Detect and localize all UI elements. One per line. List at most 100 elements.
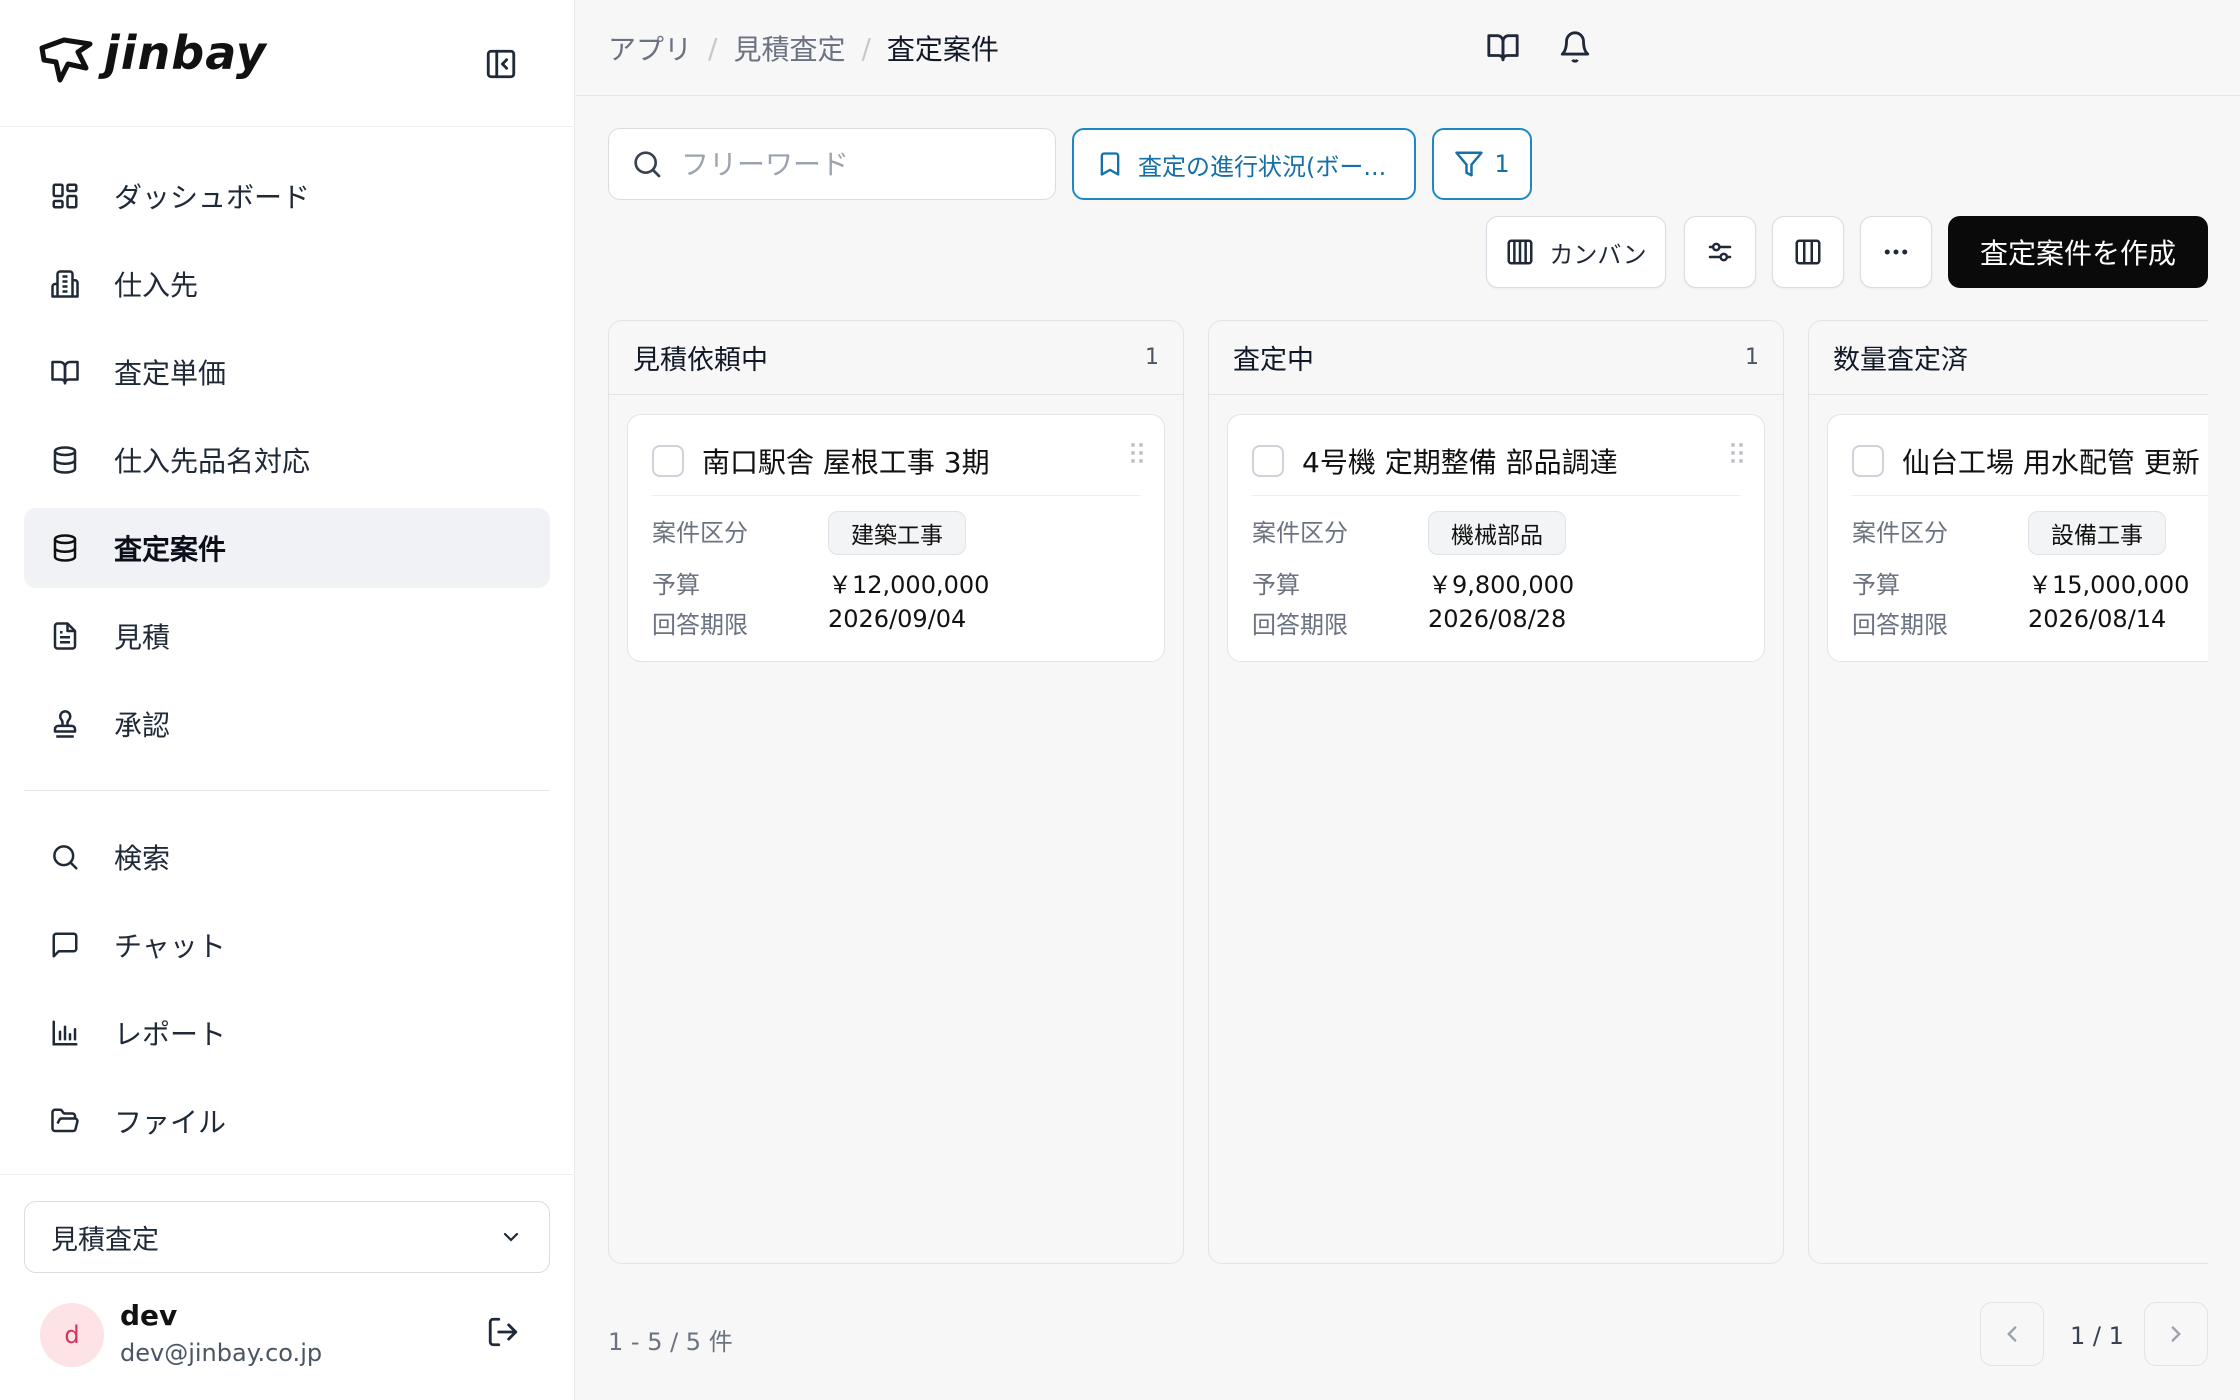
- sidebar-item-label: ファイル: [114, 1106, 227, 1139]
- sidebar-item-supplier-names[interactable]: 仕入先品名対応: [24, 420, 550, 500]
- deadline-value: 2026/08/14: [2028, 605, 2167, 633]
- column-title: 見積依頼中: [633, 345, 768, 376]
- view-mode-label: カンバン: [1549, 240, 1647, 269]
- card-title: 4号機 定期整備 部品調達: [1302, 446, 1618, 479]
- folder-open-icon: [48, 1104, 82, 1138]
- breadcrumb-estimate-assessment[interactable]: 見積査定: [733, 28, 845, 68]
- more-horizontal-icon: [1881, 237, 1911, 267]
- field-label-category: 案件区分: [1852, 519, 1948, 547]
- user-profile: d dev dev@jinbay.co.jp: [40, 1299, 540, 1371]
- sidebar-item-suppliers[interactable]: 仕入先: [24, 244, 550, 324]
- sidebar-collapse-icon[interactable]: [484, 47, 518, 81]
- create-case-button[interactable]: 査定案件を作成: [1948, 216, 2208, 288]
- search-input[interactable]: [681, 147, 1041, 181]
- user-name: dev: [120, 1299, 178, 1332]
- columns-button[interactable]: [1772, 216, 1844, 288]
- docs-book-icon[interactable]: [1486, 30, 1520, 64]
- stamp-icon: [48, 707, 82, 741]
- sidebar-item-label: 仕入先: [114, 269, 199, 302]
- field-label-budget: 予算: [1852, 571, 1900, 599]
- chevron-right-icon: [2163, 1321, 2189, 1347]
- card-checkbox[interactable]: [1252, 445, 1284, 477]
- result-count: 1 - 5 / 5 件: [608, 1328, 733, 1356]
- column-title: 査定中: [1233, 345, 1314, 376]
- card-title: 南口駅舎 屋根工事 3期: [702, 446, 990, 479]
- drag-handle-icon[interactable]: [1730, 441, 1744, 465]
- sidebar-item-unit-prices[interactable]: 査定単価: [24, 332, 550, 412]
- deadline-value: 2026/08/28: [1428, 605, 1567, 633]
- card-title: 仙台工場 用水配管 更新: [1902, 446, 2200, 479]
- nav-divider: [24, 790, 550, 791]
- kanban-column: 数量査定済 仙台工場 用水配管 更新 案件区分 設備工事 予算 ￥15,000,…: [1808, 320, 2208, 1264]
- app-switcher-select[interactable]: 見積査定: [24, 1201, 550, 1273]
- columns-icon: [1793, 237, 1823, 267]
- card-checkbox[interactable]: [1852, 445, 1884, 477]
- field-label-category: 案件区分: [1252, 519, 1348, 547]
- sidebar-footer: 見積査定 d dev dev@jinbay.co.jp: [0, 1174, 575, 1400]
- column-header: 数量査定済: [1809, 321, 2208, 395]
- card-divider: [1852, 495, 2208, 496]
- next-page-button[interactable]: [2144, 1302, 2208, 1366]
- avatar: d: [40, 1303, 104, 1367]
- top-bar: アプリ / 見積査定 / 査定案件: [576, 0, 2240, 96]
- sidebar-item-label: チャット: [114, 930, 226, 963]
- sidebar-item-label: 承認: [114, 709, 171, 742]
- field-label-deadline: 回答期限: [652, 611, 748, 639]
- deadline-value: 2026/09/04: [828, 605, 967, 633]
- logout-icon[interactable]: [486, 1315, 520, 1349]
- bar-chart-icon: [48, 1016, 82, 1050]
- budget-value: ￥12,000,000: [828, 571, 990, 599]
- sidebar-item-label: 見積: [114, 621, 171, 654]
- sidebar-item-assessment-cases[interactable]: 査定案件: [24, 508, 550, 588]
- more-button[interactable]: [1860, 216, 1932, 288]
- card-checkbox[interactable]: [652, 445, 684, 477]
- kanban-card[interactable]: 仙台工場 用水配管 更新 案件区分 設備工事 予算 ￥15,000,000 回答…: [1827, 414, 2208, 662]
- chat-icon: [48, 928, 82, 962]
- search-icon: [48, 840, 82, 874]
- database-icon: [48, 443, 82, 477]
- bell-icon[interactable]: [1558, 30, 1592, 64]
- dashboard-icon: [48, 179, 82, 213]
- search-box[interactable]: [608, 128, 1056, 200]
- kanban-column: 査定中 1 4号機 定期整備 部品調達 案件区分 機械部品 予算 ￥9,800,…: [1208, 320, 1784, 1264]
- settings-sliders-button[interactable]: [1684, 216, 1756, 288]
- column-header: 見積依頼中 1: [609, 321, 1183, 395]
- sidebar-item-quotes[interactable]: 見積: [24, 596, 550, 676]
- sidebar-item-search[interactable]: 検索: [24, 817, 550, 897]
- breadcrumb-apps[interactable]: アプリ: [608, 28, 692, 68]
- kanban-card[interactable]: 4号機 定期整備 部品調達 案件区分 機械部品 予算 ￥9,800,000 回答…: [1227, 414, 1765, 662]
- sidebar-item-label: 検索: [114, 842, 171, 875]
- drag-handle-icon[interactable]: [1130, 441, 1144, 465]
- sidebar-item-label: ダッシュボード: [114, 181, 311, 214]
- sidebar-item-approvals[interactable]: 承認: [24, 684, 550, 764]
- sidebar-item-reports[interactable]: レポート: [24, 993, 550, 1073]
- field-label-budget: 予算: [652, 571, 700, 599]
- bookmark-icon: [1096, 150, 1124, 178]
- breadcrumb-separator: /: [861, 31, 871, 65]
- prev-page-button[interactable]: [1980, 1302, 2044, 1366]
- breadcrumb-separator: /: [708, 31, 718, 65]
- column-count: 1: [1145, 345, 1159, 370]
- sidebar-item-files[interactable]: ファイル: [24, 1081, 550, 1161]
- filter-button[interactable]: 1: [1432, 128, 1532, 200]
- saved-view-button[interactable]: 査定の進行状況(ボー...: [1072, 128, 1416, 200]
- view-mode-button[interactable]: カンバン: [1486, 216, 1666, 288]
- kanban-board: 見積依頼中 1 南口駅舎 屋根工事 3期 案件区分 建築工事 予算 ￥12,00…: [608, 320, 2208, 1264]
- field-label-deadline: 回答期限: [1252, 611, 1348, 639]
- brand-header: jinbay: [0, 0, 575, 127]
- saved-view-label: 査定の進行状況(ボー...: [1138, 152, 1387, 181]
- filter-icon: [1454, 149, 1484, 179]
- category-tag: 建築工事: [828, 511, 966, 555]
- sidebar-item-chat[interactable]: チャット: [24, 905, 550, 985]
- page-indicator: 1 / 1: [2070, 1322, 2124, 1350]
- column-count: 1: [1745, 345, 1759, 370]
- sliders-icon: [1705, 237, 1735, 267]
- database-icon: [48, 531, 82, 565]
- brand-name: jinbay: [104, 26, 267, 80]
- kanban-card[interactable]: 南口駅舎 屋根工事 3期 案件区分 建築工事 予算 ￥12,000,000 回答…: [627, 414, 1165, 662]
- sidebar-item-label: レポート: [114, 1018, 227, 1051]
- search-icon: [631, 148, 663, 180]
- field-label-deadline: 回答期限: [1852, 611, 1948, 639]
- jinbay-logo-icon: [38, 34, 94, 86]
- sidebar-item-dashboard[interactable]: ダッシュボード: [24, 156, 550, 236]
